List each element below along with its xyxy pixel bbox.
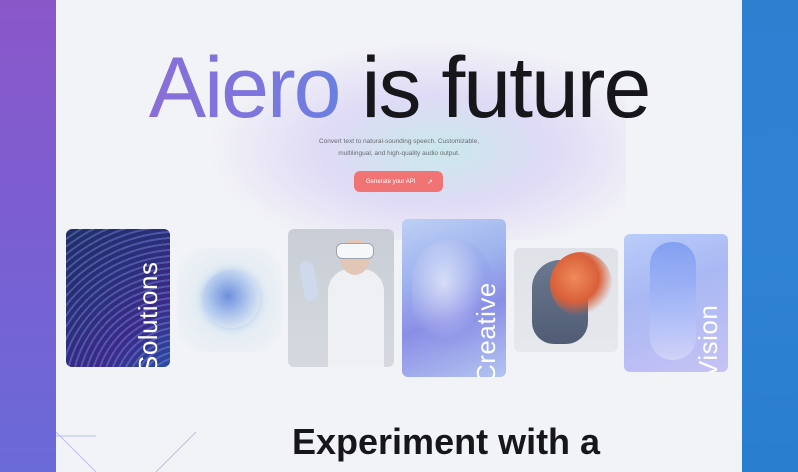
brand-name: Aiero xyxy=(148,40,342,136)
hero-subtitle: Convert text to natural-sounding speech.… xyxy=(299,136,499,160)
flowing-hair-image xyxy=(550,252,612,316)
card-vision[interactable]: Vision xyxy=(624,234,728,372)
gloved-hand-image xyxy=(298,260,320,302)
card-creative[interactable]: Creative xyxy=(402,219,506,377)
card-label-creative: Creative xyxy=(471,282,501,377)
left-panel xyxy=(0,0,56,472)
card-label-solutions: Solutions xyxy=(133,261,163,367)
generate-api-label: Generate your API xyxy=(366,178,416,185)
person-coat-image xyxy=(328,269,384,367)
section-title: Experiment with a xyxy=(292,421,601,462)
card-solutions[interactable]: Solutions xyxy=(66,229,170,367)
generate-api-button[interactable]: Generate your API ↗ xyxy=(354,171,443,192)
hero-subtitle-line-2: multilingual, and high-quality audio out… xyxy=(338,150,460,157)
card-vr-person[interactable] xyxy=(288,229,394,367)
decorative-x-icon xyxy=(56,432,197,472)
hero-title-rest: is future xyxy=(339,40,651,136)
hero-title: Aiero is future xyxy=(56,38,742,138)
glass-shape-image xyxy=(650,242,696,360)
vr-headset-image xyxy=(336,243,374,259)
arrow-up-right-icon: ↗ xyxy=(427,178,433,186)
card-label-vision: Vision xyxy=(693,304,723,372)
hero-subtitle-line-1: Convert text to natural-sounding speech.… xyxy=(318,138,480,145)
card-abstract-face[interactable] xyxy=(514,248,618,352)
card-glass-orb[interactable] xyxy=(178,248,282,352)
section-subtitle-cutoff xyxy=(292,462,732,472)
glass-orb-image xyxy=(202,270,260,328)
landing-page: Aiero is future Convert text to natural-… xyxy=(56,0,742,472)
right-panel xyxy=(742,0,798,472)
